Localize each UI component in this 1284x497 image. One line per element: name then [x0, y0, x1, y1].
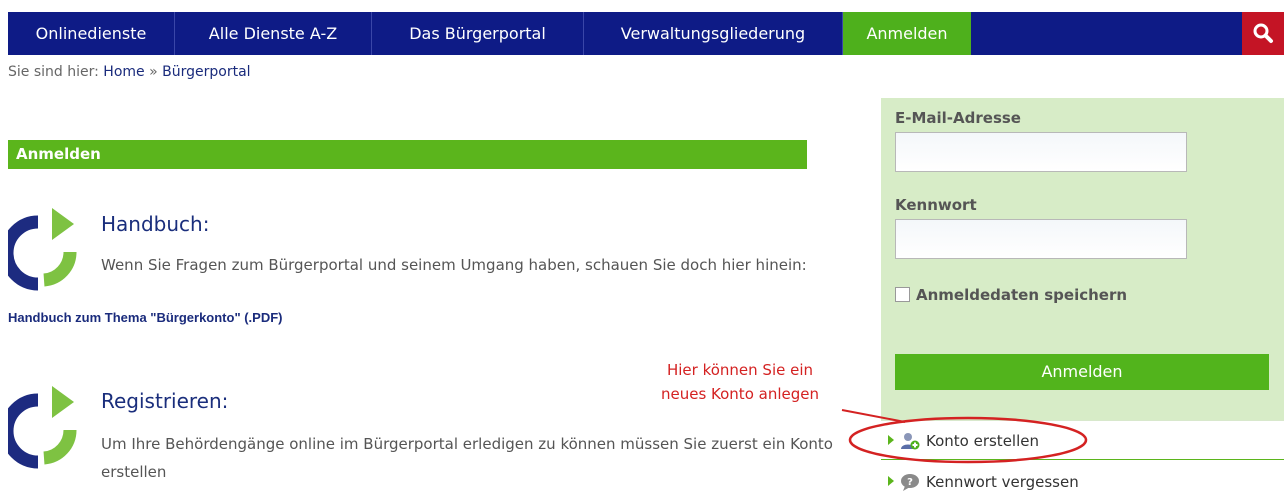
tab-onlinedienste[interactable]: Onlinedienste: [8, 12, 175, 55]
help-icon: ?: [901, 474, 919, 491]
tab-verwaltungsgliederung[interactable]: Verwaltungsgliederung: [584, 12, 843, 55]
breadcrumb-home-link[interactable]: Home: [103, 64, 144, 80]
handbuch-title: Handbuch:: [101, 212, 210, 236]
forgot-password-label: Kennwort vergessen: [926, 473, 1079, 491]
remember-label: Anmeldedaten speichern: [916, 286, 1128, 304]
user-add-icon: [901, 433, 920, 450]
create-account-label: Konto erstellen: [926, 432, 1039, 450]
email-label: E-Mail-Adresse: [895, 109, 1021, 127]
breadcrumb-separator: »: [149, 64, 158, 80]
search-icon: [1253, 23, 1273, 43]
password-field[interactable]: [895, 219, 1187, 259]
section-title: Anmelden: [8, 140, 807, 169]
breadcrumb: Sie sind hier: Home » Bürgerportal: [8, 64, 251, 80]
password-label: Kennwort: [895, 196, 977, 214]
annotation-line-2: neues Konto anlegen: [660, 385, 819, 403]
portal-logo-icon: [8, 386, 77, 469]
forgot-password-link[interactable]: ? Kennwort vergessen: [881, 462, 1284, 497]
registrieren-title: Registrieren:: [101, 389, 229, 413]
login-button[interactable]: Anmelden: [895, 354, 1269, 390]
handbuch-pdf-link[interactable]: Handbuch zum Thema "Bürgerkonto" (.PDF): [8, 310, 283, 325]
tab-buergerportal[interactable]: Das Bürgerportal: [372, 12, 584, 55]
search-button[interactable]: [1242, 12, 1284, 55]
registrieren-text: Um Ihre Behördengänge online im Bürgerpo…: [101, 435, 833, 481]
breadcrumb-prefix: Sie sind hier:: [8, 64, 99, 80]
annotation-note: Hier können Sie ein neues Konto anlegen: [640, 358, 840, 406]
tab-anmelden[interactable]: Anmelden: [843, 12, 971, 55]
create-account-link[interactable]: Konto erstellen: [881, 420, 1284, 460]
arrow-right-icon: [888, 476, 894, 486]
portal-logo-icon: [8, 208, 77, 291]
handbuch-text: Wenn Sie Fragen zum Bürgerportal und sei…: [101, 256, 807, 274]
email-field[interactable]: [895, 132, 1187, 172]
svg-text:?: ?: [907, 477, 913, 488]
annotation-line-1: Hier können Sie ein: [666, 361, 814, 379]
breadcrumb-current-link[interactable]: Bürgerportal: [162, 64, 250, 80]
remember-checkbox[interactable]: [895, 287, 910, 302]
arrow-right-icon: [888, 435, 894, 445]
login-panel: E-Mail-Adresse Kennwort Anmeldedaten spe…: [881, 98, 1284, 420]
tab-alle-dienste[interactable]: Alle Dienste A-Z: [175, 12, 372, 55]
top-navigation: Onlinedienste Alle Dienste A-Z Das Bürge…: [8, 12, 1284, 55]
